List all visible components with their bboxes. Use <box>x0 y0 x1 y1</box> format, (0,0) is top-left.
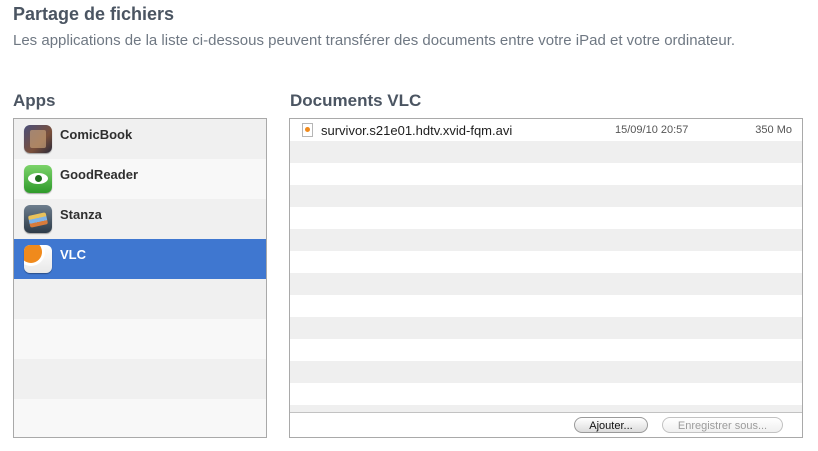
documents-toolbar: Ajouter... Enregistrer sous... <box>290 412 802 437</box>
app-item-vlc[interactable]: VLC <box>14 239 266 279</box>
documents-heading: Documents VLC <box>290 91 422 110</box>
document-name: survivor.s21e01.hdtv.xvid-fqm.avi <box>321 122 513 138</box>
vlc-app-icon <box>24 245 52 273</box>
documents-list[interactable]: survivor.s21e01.hdtv.xvid-fqm.avi 15/09/… <box>289 118 803 438</box>
stanza-app-icon <box>24 205 52 233</box>
app-item-goodreader[interactable]: GoodReader <box>14 159 266 199</box>
document-row[interactable]: survivor.s21e01.hdtv.xvid-fqm.avi 15/09/… <box>290 119 802 141</box>
document-size: 350 Mo <box>755 124 792 136</box>
app-item-comicbook[interactable]: ComicBook <box>14 119 266 159</box>
comicbook-app-icon <box>24 125 52 153</box>
add-button[interactable]: Ajouter... <box>574 417 648 433</box>
document-date: 15/09/10 20:57 <box>615 124 689 136</box>
apps-heading: Apps <box>13 91 56 110</box>
save-as-button[interactable]: Enregistrer sous... <box>662 417 783 433</box>
page-subtitle: Les applications de la liste ci-dessous … <box>13 32 736 49</box>
goodreader-app-icon <box>24 165 52 193</box>
apps-list[interactable]: ComicBook GoodReader Stanza VLC <box>13 118 267 438</box>
video-file-icon <box>302 123 313 137</box>
app-item-label: GoodReader <box>60 166 139 182</box>
page-title: Partage de fichiers <box>13 4 175 24</box>
app-item-label: VLC <box>60 246 86 262</box>
app-item-stanza[interactable]: Stanza <box>14 199 266 239</box>
app-item-label: ComicBook <box>60 126 133 142</box>
app-item-label: Stanza <box>60 206 102 222</box>
